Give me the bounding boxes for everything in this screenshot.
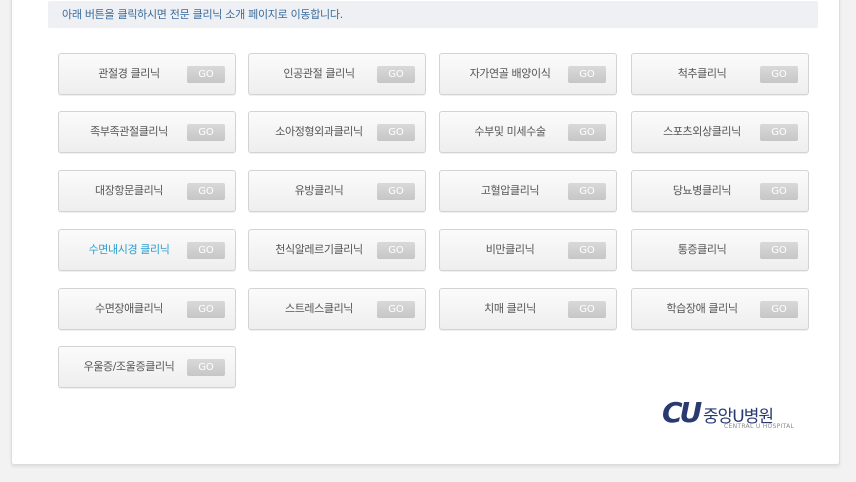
go-badge: GO	[187, 183, 225, 200]
clinic-button-label: 유방클리닉	[294, 184, 344, 197]
clinic-button[interactable]: 수면장애클리닉 GO	[58, 288, 236, 330]
go-badge: GO	[377, 66, 415, 83]
clinic-button-label: 고혈압클리닉	[480, 184, 540, 197]
hospital-logo: CU 중앙U병원 CENTRAL U HOSPITAL	[662, 394, 822, 438]
go-badge: GO	[187, 124, 225, 141]
go-badge: GO	[568, 66, 606, 83]
logo-mark: CU	[662, 396, 702, 429]
notice-text: 아래 버튼을 클릭하시면 전문 클리닉 소개 페이지로 이동합니다.	[48, 1, 818, 28]
clinic-button[interactable]: 자가연골 배양이식 GO	[439, 53, 617, 95]
clinic-button[interactable]: 통증클리닉 GO	[631, 229, 809, 271]
go-badge: GO	[760, 242, 798, 259]
clinic-button-label: 수면장애클리닉	[94, 302, 164, 315]
clinic-button[interactable]: 비만클리닉 GO	[439, 229, 617, 271]
clinic-button[interactable]: 스트레스클리닉 GO	[248, 288, 426, 330]
clinic-button-label: 스포츠외상클리닉	[663, 125, 741, 138]
clinic-button[interactable]: 인공관절 클리닉 GO	[248, 53, 426, 95]
go-badge: GO	[568, 242, 606, 259]
clinic-button-label: 인공관절 클리닉	[283, 67, 355, 80]
go-badge: GO	[187, 359, 225, 376]
clinic-button[interactable]: 당뇨병클리닉 GO	[631, 170, 809, 212]
clinic-button-label: 스트레스클리닉	[284, 302, 354, 315]
clinic-button-label: 천식알레르기클리닉	[275, 243, 363, 256]
clinic-button[interactable]: 천식알레르기클리닉 GO	[248, 229, 426, 271]
clinic-button[interactable]: 소아정형외과클리닉 GO	[248, 111, 426, 153]
go-badge: GO	[377, 183, 415, 200]
clinic-button[interactable]: 수부및 미세수술 GO	[439, 111, 617, 153]
clinic-button[interactable]: 치매 클리닉 GO	[439, 288, 617, 330]
clinic-button[interactable]: 수면내시경 클리닉 GO	[58, 229, 236, 271]
clinic-button-label: 당뇨병클리닉	[672, 184, 732, 197]
go-badge: GO	[760, 183, 798, 200]
clinic-button-label: 비만클리닉	[485, 243, 535, 256]
go-badge: GO	[377, 124, 415, 141]
clinic-button-label: 자가연골 배양이식	[469, 67, 551, 80]
clinic-grid: 관절경 클리닉 GO 인공관절 클리닉 GO 자가연골 배양이식 GO 척추클리닉 GO 족부족…	[58, 53, 814, 423]
go-badge: GO	[377, 301, 415, 318]
clinic-button-label: 대장항문클리닉	[94, 184, 164, 197]
clinic-button[interactable]: 우울증/조울증클리닉 GO	[58, 346, 236, 388]
clinic-button[interactable]: 대장항문클리닉 GO	[58, 170, 236, 212]
go-badge: GO	[760, 124, 798, 141]
logo-subtitle: CENTRAL U HOSPITAL	[724, 423, 795, 430]
go-badge: GO	[187, 66, 225, 83]
clinic-button-label: 통증클리닉	[677, 243, 727, 256]
clinic-button[interactable]: 고혈압클리닉 GO	[439, 170, 617, 212]
go-badge: GO	[187, 242, 225, 259]
clinic-button[interactable]: 학습장애 클리닉 GO	[631, 288, 809, 330]
clinic-button-label: 소아정형외과클리닉	[275, 125, 363, 138]
go-badge: GO	[187, 301, 225, 318]
go-badge: GO	[568, 301, 606, 318]
clinic-button-label: 척추클리닉	[677, 67, 727, 80]
clinic-button[interactable]: 척추클리닉 GO	[631, 53, 809, 95]
go-badge: GO	[568, 183, 606, 200]
go-badge: GO	[760, 66, 798, 83]
go-badge: GO	[377, 242, 415, 259]
clinic-button[interactable]: 관절경 클리닉 GO	[58, 53, 236, 95]
clinic-panel: 아래 버튼을 클릭하시면 전문 클리닉 소개 페이지로 이동합니다. 관절경 클…	[11, 0, 840, 465]
clinic-button-label: 수면내시경 클리닉	[88, 243, 170, 256]
go-badge: GO	[760, 301, 798, 318]
clinic-button[interactable]: 유방클리닉 GO	[248, 170, 426, 212]
clinic-button[interactable]: 족부족관절클리닉 GO	[58, 111, 236, 153]
clinic-button[interactable]: 스포츠외상클리닉 GO	[631, 111, 809, 153]
clinic-button-label: 수부및 미세수술	[474, 125, 546, 138]
clinic-button-label: 우울증/조울증클리닉	[83, 360, 175, 373]
clinic-button-label: 치매 클리닉	[484, 302, 536, 315]
go-badge: GO	[568, 124, 606, 141]
clinic-button-label: 족부족관절클리닉	[90, 125, 168, 138]
clinic-button-label: 학습장애 클리닉	[666, 302, 738, 315]
clinic-button-label: 관절경 클리닉	[98, 67, 160, 80]
